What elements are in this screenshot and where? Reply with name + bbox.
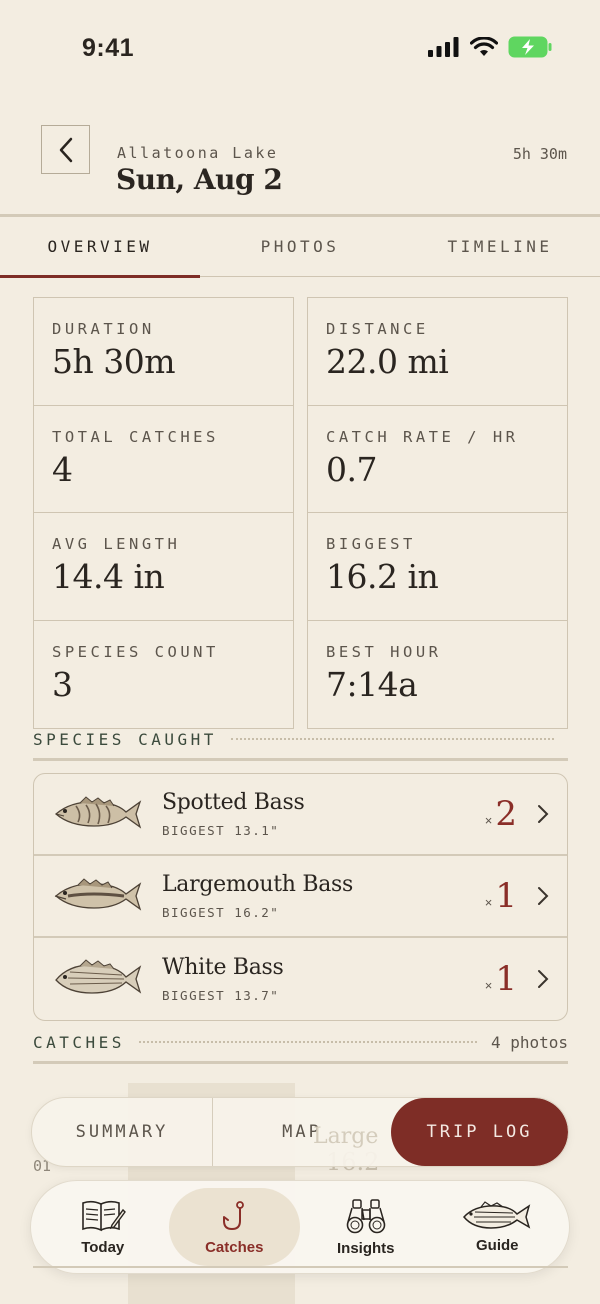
- stat-value: 4: [52, 449, 73, 489]
- stat-label: DISTANCE: [326, 320, 429, 338]
- stat-label: BEST HOUR: [326, 642, 442, 661]
- stat-biggest: BIGGEST 16.2 in: [308, 513, 567, 621]
- section-rule: [33, 758, 568, 761]
- tab-label: Catches: [205, 1238, 264, 1256]
- tab-label: Today: [81, 1238, 125, 1256]
- back-button[interactable]: [41, 125, 90, 174]
- count-value: 2: [495, 794, 517, 834]
- section-title: CATCHES: [33, 1033, 125, 1052]
- stat-label: DURATION: [52, 320, 155, 338]
- battery-icon: [508, 36, 552, 58]
- stat-value: 0.7: [326, 449, 377, 489]
- species-text: Spotted Bass BIGGEST 13.1": [162, 790, 485, 838]
- stat-value: 3: [52, 664, 73, 704]
- journal-icon: [81, 1200, 126, 1231]
- lake-name: Allatoona Lake: [117, 144, 279, 162]
- species-count: × 2: [485, 794, 517, 834]
- stats-column-left: DURATION 5h 30m TOTAL CATCHES 4 AVG LENG…: [33, 297, 294, 729]
- section-rule: [33, 1061, 568, 1064]
- tab-overview[interactable]: OVERVIEW: [0, 217, 200, 278]
- species-count: × 1: [485, 959, 517, 999]
- species-biggest: BIGGEST 16.2": [162, 905, 280, 920]
- stat-duration: DURATION 5h 30m: [34, 298, 293, 406]
- stat-label: BIGGEST: [326, 535, 416, 553]
- status-icons: [428, 36, 552, 58]
- species-row-largemouth-bass[interactable]: Largemouth Bass BIGGEST 16.2" × 1: [34, 856, 567, 938]
- tab-timeline[interactable]: TIMELINE: [400, 217, 600, 276]
- bottom-tab-bar: Today Catches Insights Guide: [30, 1180, 570, 1274]
- species-section-header: SPECIES CAUGHT: [33, 730, 568, 749]
- segment-summary[interactable]: SUMMARY: [32, 1098, 213, 1166]
- chevron-right-icon: [538, 970, 549, 988]
- times-glyph: ×: [484, 813, 493, 828]
- signal-icon: [428, 37, 459, 57]
- catch-name-ghost: Large: [313, 1124, 379, 1149]
- stat-value: 14.4 in: [52, 557, 165, 596]
- stat-value: 22.0 mi: [326, 342, 449, 381]
- dotted-divider: [138, 1040, 477, 1045]
- species-text: White Bass BIGGEST 13.7": [162, 955, 485, 1003]
- status-time: 9:41: [82, 34, 135, 62]
- stat-distance: DISTANCE 22.0 mi: [308, 298, 567, 406]
- tab-label: Guide: [475, 1236, 519, 1254]
- status-bar: 9:41: [0, 0, 600, 96]
- fish-icon: [34, 876, 162, 916]
- tab-insights[interactable]: Insights: [300, 1188, 432, 1266]
- species-name: White Bass: [162, 955, 284, 980]
- fishing-hook-icon: [223, 1200, 245, 1230]
- tab-photos[interactable]: PHOTOS: [200, 217, 400, 276]
- dotted-divider: [230, 737, 554, 742]
- count-value: 1: [495, 876, 517, 916]
- species-name: Largemouth Bass: [162, 872, 353, 897]
- stat-value: 5h 30m: [52, 342, 176, 381]
- fish-icon: [34, 794, 162, 834]
- times-glyph: ×: [484, 895, 493, 910]
- tab-label: Insights: [336, 1239, 395, 1257]
- stat-value: 16.2 in: [326, 557, 439, 596]
- stat-label: SPECIES COUNT: [52, 642, 219, 661]
- wifi-icon: [470, 37, 498, 56]
- species-row-white-bass[interactable]: White Bass BIGGEST 13.7" × 1: [34, 938, 567, 1020]
- trip-date: Sun, Aug 2: [116, 163, 283, 196]
- catches-section-header: CATCHES 4 photos: [33, 1033, 568, 1052]
- binoculars-icon: [346, 1198, 386, 1233]
- species-text: Largemouth Bass BIGGEST 16.2": [162, 872, 485, 920]
- stats-column-right: DISTANCE 22.0 mi CATCH RATE / HR 0.7 BIG…: [307, 297, 568, 729]
- trip-duration: 5h 30m: [512, 145, 567, 163]
- bottom-divider: [33, 1266, 568, 1268]
- species-name: Spotted Bass: [162, 790, 305, 815]
- species-list: Spotted Bass BIGGEST 13.1" × 2 Largemout…: [33, 773, 568, 1021]
- view-mode-segmented-control: SUMMARY MAP TRIP LOG: [31, 1097, 569, 1167]
- stat-avg-length: AVG LENGTH 14.4 in: [34, 513, 293, 621]
- species-row-spotted-bass[interactable]: Spotted Bass BIGGEST 13.1" × 2: [34, 774, 567, 856]
- segment-trip-log[interactable]: TRIP LOG: [391, 1098, 568, 1166]
- stat-species-count: SPECIES COUNT 3: [34, 621, 293, 729]
- chevron-right-icon: [538, 805, 549, 823]
- stat-label: TOTAL CATCHES: [52, 427, 219, 446]
- chevron-right-icon: [538, 887, 549, 905]
- chevron-left-icon: [59, 137, 72, 162]
- times-glyph: ×: [484, 978, 493, 993]
- tab-bar-top: OVERVIEW PHOTOS TIMELINE: [0, 217, 600, 278]
- tab-guide[interactable]: Guide: [432, 1188, 564, 1266]
- stat-best-hour: BEST HOUR 7:14a: [308, 621, 567, 729]
- fish-guide-icon: [463, 1200, 531, 1229]
- fish-icon: [34, 959, 162, 999]
- stat-label: AVG LENGTH: [52, 535, 181, 553]
- stat-label: CATCH RATE / HR: [326, 427, 519, 446]
- stat-total-catches: TOTAL CATCHES 4: [34, 406, 293, 513]
- stats-grid: DURATION 5h 30m TOTAL CATCHES 4 AVG LENG…: [33, 297, 568, 729]
- stat-value: 7:14a: [326, 664, 418, 704]
- tab-catches[interactable]: Catches: [168, 1188, 300, 1266]
- species-count: × 1: [485, 876, 517, 916]
- species-biggest: BIGGEST 13.7": [162, 988, 280, 1003]
- photo-count[interactable]: 4 photos: [491, 1033, 568, 1052]
- count-value: 1: [495, 959, 517, 999]
- tab-today[interactable]: Today: [37, 1188, 169, 1266]
- stat-catch-rate: CATCH RATE / HR 0.7: [308, 406, 567, 513]
- species-biggest: BIGGEST 13.1": [162, 823, 280, 838]
- section-title: SPECIES CAUGHT: [33, 730, 217, 749]
